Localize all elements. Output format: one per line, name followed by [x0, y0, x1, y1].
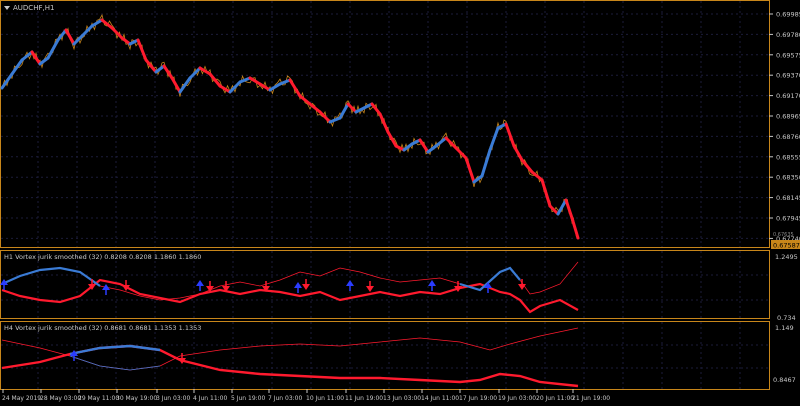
time-tick-label: 28 May 03:00: [40, 395, 81, 402]
time-tick-label: 3 Jun 03:00: [156, 395, 190, 402]
symbol-menu[interactable]: AUDCHF,H1: [4, 4, 54, 12]
time-tick-label: 14 Jun 11:00: [421, 395, 459, 402]
price-trend-segment: [520, 158, 534, 174]
price-tick-label: 0.69370: [776, 72, 800, 80]
arrow-up-icon: [346, 280, 354, 286]
price-trend-segment: [464, 156, 476, 184]
time-tick-label: 30 May 19:00: [116, 395, 157, 402]
symbol-label: AUDCHF,H1: [13, 4, 54, 12]
price-tick-label: 0.68555: [776, 153, 800, 161]
sub1-tick-low: 0.734: [777, 314, 796, 322]
time-tick-label: 13 Jun 03:00: [383, 395, 421, 402]
arrow-up-icon: [102, 284, 110, 290]
price-tick-label: 0.67945: [776, 215, 800, 223]
price-trend-segment: [136, 38, 148, 62]
sub2-vortex-series: [1, 327, 579, 388]
sub1-indicator-label: H1 Vortex jurik smoothed (32) 0.8208 0.8…: [4, 253, 201, 261]
sub2-thick-line: [1, 344, 579, 388]
price-trend-segment: [480, 148, 492, 178]
price-trend-segment: [178, 76, 192, 94]
price-trend-segment: [64, 28, 76, 46]
sub2-thin-line: [1, 327, 579, 371]
alt-price-value: 0.67635: [773, 232, 794, 238]
time-tick-label: 21 Jun 19:00: [572, 395, 610, 402]
price-trend-segment: [170, 76, 182, 94]
price-tick-label: 0.69170: [776, 92, 800, 100]
time-tick-label: 11 Jun 19:00: [345, 395, 383, 402]
arrow-down-icon: [366, 286, 374, 292]
price-tick-label: 0.69575: [776, 51, 800, 59]
arrow-down-icon: [302, 284, 310, 290]
time-tick-label: 29 May 11:00: [78, 395, 119, 402]
price-trend-segment: [564, 198, 574, 220]
arrow-up-icon: [294, 282, 302, 288]
price-tick-label: 0.69780: [776, 31, 800, 39]
sub1-vortex-series: [0, 261, 579, 314]
time-tick-label: 20 Jun 11:00: [536, 395, 574, 402]
dropdown-triangle-icon[interactable]: [4, 6, 10, 10]
sub2-bull-segment: [69, 344, 161, 356]
price-tick-label: 0.68760: [776, 133, 800, 141]
price-tick-label: 0.69985: [776, 11, 800, 19]
price-trend-segment: [218, 84, 232, 94]
sub1-bull-segment: [1, 266, 101, 287]
time-tick-label: 4 Jun 11:00: [193, 395, 227, 402]
price-trend-segment: [530, 170, 544, 182]
price-trend-segment: [570, 216, 580, 240]
arrow-up-icon: [196, 280, 204, 286]
sub1-tick-high: 1.2495: [775, 253, 798, 261]
time-axis[interactable]: 24 May 201928 May 03:0029 May 11:0030 Ma…: [2, 389, 610, 402]
price-trend-segment: [278, 78, 292, 86]
price-trend-segment: [504, 122, 516, 148]
time-tick-label: 24 May 2019: [2, 395, 41, 402]
time-tick-label: 10 Jun 11:00: [306, 395, 344, 402]
price-close-line: [1, 13, 577, 238]
sub2-indicator-label: H4 Vortex jurik smoothed (32) 0.8681 0.8…: [4, 324, 201, 332]
price-trend-segment: [488, 126, 500, 152]
time-tick-label: 7 Jun 03:00: [268, 395, 302, 402]
sub2-tick-high: 1.149: [775, 324, 794, 332]
price-trend-segment: [10, 58, 24, 76]
price-trend-segment: [434, 136, 448, 148]
price-trend-segment: [378, 112, 390, 134]
time-tick-label: 5 Jun 19:00: [231, 395, 265, 402]
time-tick-label: 17 Jun 19:00: [459, 395, 497, 402]
arrow-up-icon: [428, 280, 436, 286]
chart-window[interactable]: AUDCHF,H1 H1 Vortex jurik smoothed (32) …: [0, 0, 800, 406]
price-series: [0, 13, 580, 240]
sub2-tick-low: 0.8467: [773, 376, 796, 384]
price-trend-segment: [308, 102, 322, 114]
time-tick-label: 19 Jun 03:00: [498, 395, 536, 402]
current-price-value: 0.67587: [773, 242, 800, 250]
price-trend-segment: [540, 178, 552, 208]
price-trend-segment: [512, 144, 524, 162]
price-tick-label: 0.68350: [776, 174, 800, 182]
price-axis[interactable]: 0.69985 0.69780 0.69575 0.69370 0.69170 0.689…: [769, 11, 800, 243]
sub1-thick-line: [1, 278, 579, 314]
price-tick-label: 0.68145: [776, 194, 800, 202]
current-price-tag: 0.67587: [771, 240, 800, 250]
price-trend-segment: [548, 204, 560, 216]
sub1-grid: [1, 251, 769, 318]
price-tick-label: 0.68965: [776, 113, 800, 121]
sub2-bull-thin-segment: [69, 355, 161, 371]
price-trend-segment: [328, 116, 342, 124]
price-trend-segment: [100, 18, 114, 30]
